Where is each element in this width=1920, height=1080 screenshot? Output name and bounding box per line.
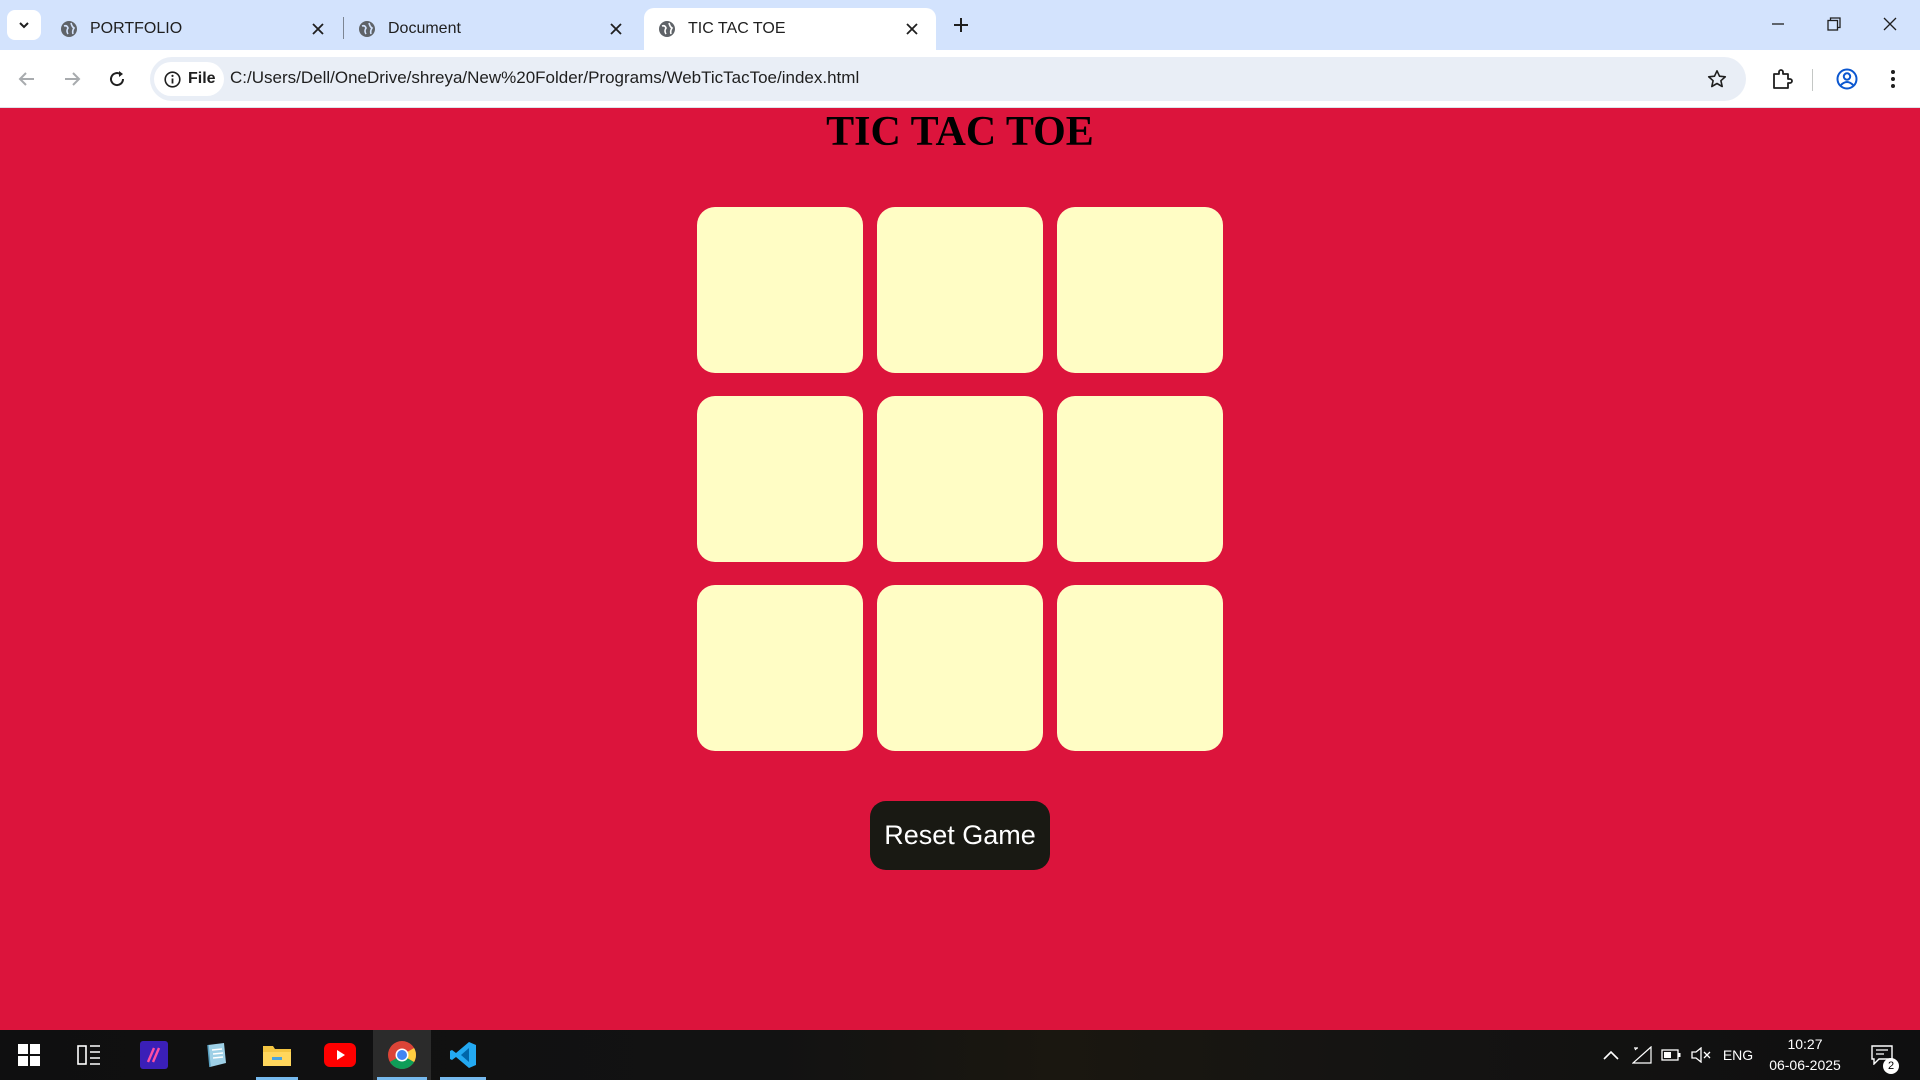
tab-title: PORTFOLIO [90, 20, 183, 37]
file-explorer-icon [263, 1046, 291, 1066]
close-tab-icon[interactable] [606, 19, 626, 39]
wifi-icon [1632, 1046, 1652, 1064]
globe-icon [658, 20, 676, 38]
board-cell-4[interactable] [697, 396, 863, 562]
site-info-chip[interactable]: File [154, 62, 224, 96]
page-title: TIC TAC TOE [826, 109, 1094, 155]
tab-tic-tac-toe[interactable]: TIC TAC TOE [644, 8, 936, 50]
taskbar-vscode[interactable] [436, 1030, 490, 1080]
system-clock[interactable]: 10:27 06-06-2025 [1768, 1034, 1842, 1076]
notification-count-badge: 2 [1883, 1058, 1899, 1074]
forward-button[interactable] [56, 63, 88, 95]
arrow-left-icon [18, 72, 34, 86]
taskbar-file-explorer[interactable] [252, 1030, 302, 1080]
tab-search-button[interactable] [7, 10, 41, 40]
taskbar-chrome[interactable] [373, 1030, 431, 1080]
task-view-icon [77, 1045, 100, 1065]
action-center-button[interactable] [1862, 1030, 1902, 1080]
arrow-right-icon [65, 72, 81, 86]
chevron-down-icon [19, 22, 29, 29]
close-icon [1883, 17, 1897, 31]
board-cell-7[interactable] [697, 585, 863, 751]
tab-title: Document [388, 20, 461, 37]
language-label: ENG [1722, 1047, 1754, 1063]
taskbar: ENG 10:27 06-06-2025 [0, 1030, 1920, 1080]
start-button[interactable] [0, 1030, 58, 1080]
board-cell-1[interactable] [697, 207, 863, 373]
reload-icon [110, 71, 125, 87]
show-hidden-icons-button[interactable] [1598, 1030, 1624, 1080]
board-cell-8[interactable] [877, 585, 1043, 751]
browser-toolbar: File C:/Users/Dell/OneDrive/shreya/New%2… [0, 50, 1920, 108]
volume-muted-icon [1691, 1047, 1711, 1063]
tab-strip: PORTFOLIO Document TIC TAC TOE [0, 0, 1920, 50]
minimize-button[interactable] [1750, 0, 1806, 48]
board-cell-5[interactable] [877, 396, 1043, 562]
task-view-button[interactable] [64, 1030, 114, 1080]
address-bar[interactable]: File C:/Users/Dell/OneDrive/shreya/New%2… [150, 57, 1746, 101]
extensions-button[interactable] [1766, 63, 1798, 95]
tab-title: TIC TAC TOE [688, 20, 786, 37]
chrome-icon [388, 1041, 416, 1069]
volume-control[interactable] [1688, 1030, 1714, 1080]
menu-button[interactable] [1877, 63, 1909, 95]
info-icon [164, 70, 181, 88]
board-cell-6[interactable] [1057, 396, 1223, 562]
plus-icon [954, 18, 968, 32]
start-icon [18, 1044, 40, 1066]
minimize-icon [1772, 23, 1784, 25]
close-tab-icon[interactable] [902, 19, 922, 39]
new-tab-button[interactable] [948, 12, 974, 38]
puzzle-icon [1773, 69, 1793, 89]
battery-status[interactable] [1658, 1030, 1684, 1080]
network-status[interactable] [1628, 1030, 1656, 1080]
toolbar-divider [1812, 69, 1813, 91]
taskbar-app[interactable] [129, 1030, 179, 1080]
close-window-button[interactable] [1862, 0, 1918, 48]
close-tab-icon[interactable] [308, 19, 328, 39]
restore-icon [1827, 17, 1841, 31]
board-cell-9[interactable] [1057, 585, 1223, 751]
reload-button[interactable] [101, 63, 133, 95]
tab-document[interactable]: Document [344, 8, 640, 50]
input-language[interactable]: ENG [1718, 1030, 1758, 1080]
app-icon [140, 1041, 168, 1069]
notepad-icon [207, 1043, 226, 1068]
board-cell-3[interactable] [1057, 207, 1223, 373]
reset-game-button[interactable]: Reset Game [870, 801, 1050, 870]
globe-icon [358, 20, 376, 38]
game-board [697, 207, 1223, 751]
bookmark-button[interactable] [1704, 66, 1730, 92]
url-text[interactable]: C:/Users/Dell/OneDrive/shreya/New%20Fold… [230, 68, 859, 88]
star-icon [1707, 70, 1727, 88]
chevron-up-icon [1603, 1050, 1619, 1060]
profile-button[interactable] [1831, 63, 1863, 95]
board-cell-2[interactable] [877, 207, 1043, 373]
clock-date: 06-06-2025 [1769, 1057, 1841, 1073]
youtube-icon [324, 1043, 356, 1067]
tab-portfolio[interactable]: PORTFOLIO [46, 8, 342, 50]
taskbar-youtube[interactable] [315, 1030, 365, 1080]
account-icon [1836, 68, 1858, 90]
battery-icon [1661, 1049, 1681, 1061]
back-button[interactable] [11, 63, 43, 95]
restore-button[interactable] [1806, 0, 1862, 48]
more-vertical-icon [1891, 70, 1895, 88]
taskbar-notepad[interactable] [191, 1030, 241, 1080]
vscode-icon [450, 1042, 476, 1068]
clock-time: 10:27 [1787, 1036, 1823, 1052]
globe-icon [60, 20, 78, 38]
scheme-label: File [188, 70, 216, 87]
